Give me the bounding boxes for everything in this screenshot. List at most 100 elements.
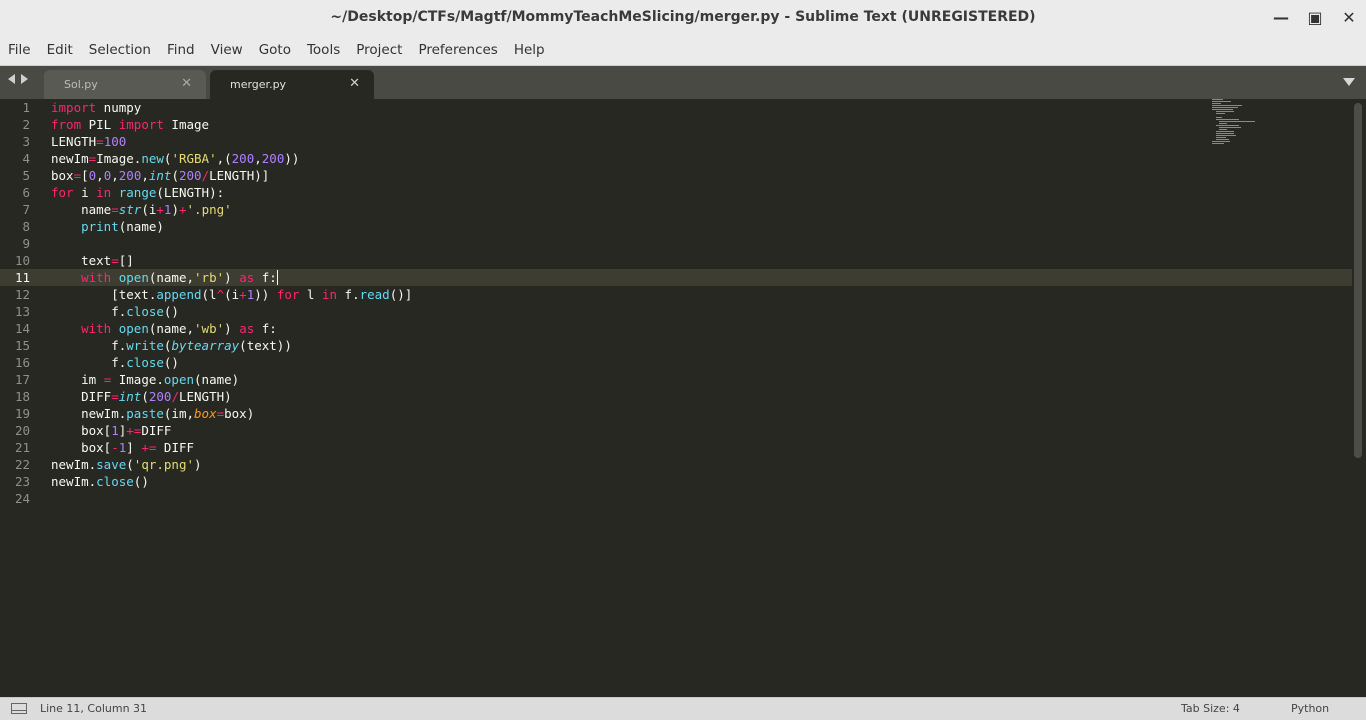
code-line[interactable]: name=str(i+1)+'.png' <box>51 201 412 218</box>
minimize-icon[interactable]: — <box>1264 0 1298 34</box>
code-line[interactable]: import numpy <box>51 99 412 116</box>
code-line[interactable] <box>51 490 412 507</box>
tab-label: Sol.py <box>64 78 98 91</box>
code-editor[interactable]: 1 2 3 4 5 6 7 8 9 10 11 12 13 14 15 16 17 18 19 20 21 22 23 24 … <box>0 99 1366 697</box>
menu-tools[interactable]: Tools <box>299 34 348 66</box>
code-line[interactable]: DIFF=int(200/LENGTH) <box>51 388 412 405</box>
tab-close-icon[interactable]: ✕ <box>181 76 192 92</box>
line-number: 14 <box>14 321 30 336</box>
line-number: 22 <box>14 457 30 472</box>
code-line[interactable]: [text.append(l^(i+1)) for l in f.read()] <box>51 286 412 303</box>
code-line[interactable]: box[-1] += DIFF <box>51 439 412 456</box>
menu-project[interactable]: Project <box>348 34 410 66</box>
menu-bar: File Edit Selection Find View Goto Tools… <box>0 34 1366 66</box>
minimap-line <box>1215 133 1234 134</box>
menu-edit[interactable]: Edit <box>39 34 81 66</box>
line-number: 3 <box>22 134 30 149</box>
minimap-line <box>1219 127 1241 128</box>
line-number: 5 <box>22 168 30 183</box>
minimap-line <box>1219 123 1228 124</box>
code-line[interactable]: newIm=Image.new('RGBA',(200,200)) <box>51 150 412 167</box>
menu-goto[interactable]: Goto <box>251 34 299 66</box>
line-number: 17 <box>14 372 30 387</box>
minimap-line <box>1215 139 1230 140</box>
line-number: 16 <box>14 355 30 370</box>
minimap-line <box>1215 131 1235 132</box>
minimap-line <box>1212 103 1221 104</box>
minimap-line <box>1215 113 1226 114</box>
tab-label: merger.py <box>230 78 287 91</box>
status-bar: Line 11, Column 31 Tab Size: 4 Python <box>0 697 1366 720</box>
line-number-gutter: 1 2 3 4 5 6 7 8 9 10 11 12 13 14 15 16 17 18 19 20 21 22 23 24 <box>0 99 44 507</box>
tab-sol-py[interactable]: Sol.py ✕ <box>44 70 206 99</box>
line-number: 8 <box>22 219 30 234</box>
line-number: 24 <box>14 491 30 506</box>
minimap-line <box>1215 125 1239 126</box>
tab-dropdown-icon[interactable] <box>1343 78 1355 86</box>
menu-file[interactable]: File <box>0 34 39 66</box>
menu-preferences[interactable]: Preferences <box>410 34 505 66</box>
code-line[interactable]: box[1]+=DIFF <box>51 422 412 439</box>
close-icon[interactable]: ✕ <box>1332 0 1366 34</box>
vertical-scrollbar[interactable] <box>1354 103 1362 458</box>
tab-bar: Sol.py ✕ merger.py ✕ <box>0 66 1366 99</box>
tab-navigation <box>8 74 28 84</box>
text-caret <box>276 270 278 285</box>
menu-find[interactable]: Find <box>159 34 203 66</box>
code-line[interactable] <box>51 235 412 252</box>
line-number: 13 <box>14 304 30 319</box>
code-line[interactable]: f.close() <box>51 354 412 371</box>
code-line[interactable]: im = Image.open(name) <box>51 371 412 388</box>
arrow-right-icon[interactable] <box>21 74 28 84</box>
line-number: 15 <box>14 338 30 353</box>
minimap-line <box>1219 121 1256 122</box>
code-line[interactable]: print(name) <box>51 218 412 235</box>
minimap-line <box>1212 101 1231 102</box>
code-line[interactable]: for i in range(LENGTH): <box>51 184 412 201</box>
line-number: 19 <box>14 406 30 421</box>
line-number: 9 <box>22 236 30 251</box>
tab-merger-py[interactable]: merger.py ✕ <box>210 70 374 99</box>
code-line[interactable]: newIm.close() <box>51 473 412 490</box>
line-number: 6 <box>22 185 30 200</box>
minimap[interactable] <box>1212 99 1332 149</box>
code-area[interactable]: import numpy from PIL import Image LENGTH=… <box>51 99 412 507</box>
menu-selection[interactable]: Selection <box>81 34 159 66</box>
code-line[interactable]: newIm.paste(im,box=box) <box>51 405 412 422</box>
code-line[interactable]: with open(name,'wb') as f: <box>51 320 412 337</box>
code-line[interactable]: f.close() <box>51 303 412 320</box>
code-line[interactable]: with open(name,'rb') as f: <box>51 269 412 286</box>
minimap-line <box>1212 141 1230 142</box>
cursor-position: Line 11, Column 31 <box>40 702 148 715</box>
arrow-left-icon[interactable] <box>8 74 15 84</box>
line-number: 20 <box>14 423 30 438</box>
code-line[interactable]: newIm.save('qr.png') <box>51 456 412 473</box>
code-line[interactable]: text=[] <box>51 252 412 269</box>
line-number: 2 <box>22 117 30 132</box>
line-number: 18 <box>14 389 30 404</box>
tab-size-selector[interactable]: Tab Size: 4 <box>1181 702 1240 715</box>
minimap-line <box>1215 119 1239 120</box>
line-number: 1 <box>22 100 30 115</box>
line-number: 11 <box>14 270 30 285</box>
minimap-line <box>1212 105 1242 106</box>
code-line[interactable]: f.write(bytearray(text)) <box>51 337 412 354</box>
code-line[interactable]: from PIL import Image <box>51 116 412 133</box>
minimap-line <box>1212 109 1233 110</box>
maximize-icon[interactable]: ▣ <box>1298 0 1332 34</box>
minimap-line <box>1212 99 1223 100</box>
line-number: 7 <box>22 202 30 217</box>
code-line[interactable]: box=[0,0,200,int(200/LENGTH)] <box>51 167 412 184</box>
line-number: 4 <box>22 151 30 166</box>
panel-toggle-icon[interactable] <box>11 703 27 714</box>
line-number: 23 <box>14 474 30 489</box>
code-line[interactable]: LENGTH=100 <box>51 133 412 150</box>
menu-view[interactable]: View <box>203 34 251 66</box>
minimap-line <box>1219 129 1228 130</box>
menu-help[interactable]: Help <box>506 34 553 66</box>
tab-close-icon[interactable]: ✕ <box>349 76 360 92</box>
line-number: 10 <box>14 253 30 268</box>
line-number: 21 <box>14 440 30 455</box>
minimap-line <box>1212 107 1239 108</box>
syntax-selector[interactable]: Python <box>1291 702 1329 715</box>
